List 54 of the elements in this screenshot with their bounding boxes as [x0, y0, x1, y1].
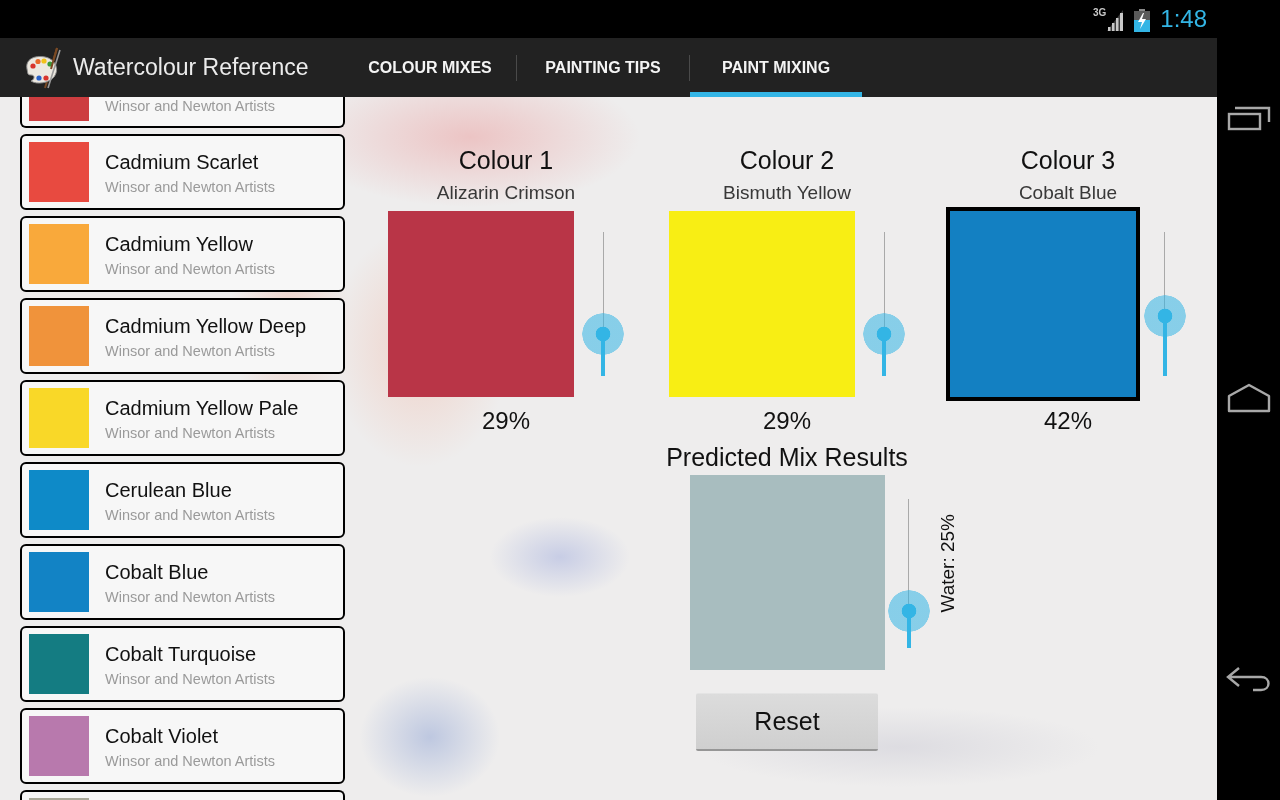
paint-list-item[interactable]: Cadmium Yellow Pale Winsor and Newton Artists [20, 380, 345, 456]
back-icon[interactable] [1224, 665, 1273, 693]
paint-maker: Winsor and Newton Artists [105, 342, 277, 360]
tab[interactable]: COLOUR MIXES [344, 38, 516, 97]
mix-heading: Predicted Mix Results [666, 442, 908, 472]
paint-name: Cobalt Violet [105, 724, 220, 748]
paint-name: Cadmium Scarlet [105, 150, 260, 174]
paint-name: Cobalt Blue [1018, 181, 1118, 205]
paint-name: Bismuth Yellow [723, 181, 851, 205]
clock-time: 1:48 [1160, 5, 1207, 33]
colour-swatch[interactable] [946, 207, 1140, 401]
colour-swatch[interactable] [388, 211, 574, 397]
slider-thumb[interactable] [582, 313, 624, 356]
paint-name: Cerulean Blue [105, 478, 233, 502]
slider-thumb[interactable] [863, 313, 905, 356]
palette-icon [23, 46, 61, 89]
paint-name: Cadmium Yellow Pale [105, 396, 299, 420]
tab[interactable]: PAINTING TIPS [517, 38, 689, 97]
paint-name: Cobalt Turquoise [105, 642, 258, 666]
paint-list-item[interactable]: Cobalt Violet Winsor and Newton Artists [20, 708, 345, 784]
paint-name: Cadmium Yellow [105, 232, 254, 256]
paint-list-item[interactable]: Cobalt Turquoise Winsor and Newton Artists [20, 626, 345, 702]
paint-maker: Winsor and Newton Artists [105, 97, 276, 115]
paint-maker: Winsor and Newton Artists [105, 424, 277, 442]
paint-list-item[interactable]: Cadmium Scarlet Winsor and Newton Artists [20, 134, 345, 210]
colour-swatch[interactable] [669, 211, 855, 397]
paint-list-item[interactable]: Cadmium Yellow Deep Winsor and Newton Artists [20, 298, 345, 374]
paint-maker: Winsor and Newton Artists [105, 506, 276, 524]
home-icon[interactable] [1226, 383, 1271, 413]
paint-maker: Winsor and Newton Artists [105, 260, 276, 278]
percentage: 29% [481, 406, 530, 436]
colour-heading: Colour 1 [458, 145, 554, 175]
paint-list-item[interactable] [20, 790, 345, 800]
percentage: 29% [762, 406, 811, 436]
battery-charging-icon [1134, 8, 1151, 32]
colour-heading: Colour 2 [739, 145, 835, 175]
app-title: Watercolour Reference [73, 54, 309, 81]
colour-heading: Colour 3 [1020, 145, 1116, 175]
paint-maker: Winsor and Newton Artists [105, 588, 276, 606]
paint-list-item[interactable]: Cadmium Yellow Winsor and Newton Artists [20, 216, 345, 292]
signal-icon [1107, 9, 1124, 31]
paint-list-item[interactable]: Cerulean Blue Winsor and Newton Artists [20, 462, 345, 538]
paint-maker: Winsor and Newton Artists [105, 670, 276, 688]
paint-name: Alizarin Crimson [436, 181, 576, 205]
water-label: Water: 25% [936, 514, 959, 613]
paint-maker: Winsor and Newton Artists [105, 752, 276, 770]
reset-button[interactable]: Reset [696, 693, 878, 751]
percentage: 42% [1043, 406, 1092, 436]
paint-name: Cobalt Blue [105, 560, 210, 584]
paint-name: Cadmium Yellow Deep [105, 314, 307, 338]
recent-apps-icon[interactable] [1226, 105, 1271, 131]
paint-maker: Winsor and Newton Artists [105, 178, 276, 196]
paint-list-item[interactable]: Cobalt Blue Winsor and Newton Artists [20, 544, 345, 620]
network-type: 3G [1092, 7, 1107, 18]
